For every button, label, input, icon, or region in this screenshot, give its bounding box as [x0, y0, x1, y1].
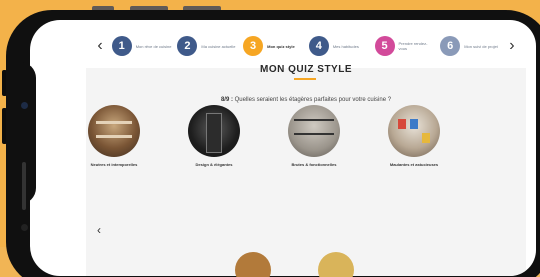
phone-notch [6, 62, 36, 231]
quiz-option[interactable]: Design & élégantes [178, 105, 250, 168]
chevron-left-icon[interactable]: ‹ [97, 223, 101, 237]
option-label: Design & élégantes [195, 162, 233, 167]
option-label: Neutres et intemporelles [90, 162, 138, 167]
shelf-photo-black[interactable] [188, 105, 240, 157]
title-underline [294, 78, 316, 80]
quiz-question-text: Quelles seraient les étagères parfaites … [234, 97, 392, 103]
quiz-option[interactable]: Brutes & fonctionnelles [278, 105, 350, 168]
quiz-question: 8/9 : Quelles seraient les étagères parf… [220, 97, 392, 103]
shelf-photo-colorful[interactable] [388, 105, 440, 157]
speaker-grill [22, 162, 26, 210]
shelf-photo-wood[interactable] [88, 105, 140, 157]
option-label: Brutes & fonctionnelles [291, 162, 337, 167]
quiz-title: MON QUIZ STYLE [260, 64, 352, 75]
quiz-option[interactable]: Neutres et intemporelles [78, 105, 150, 168]
quiz-options: Neutres et intemporelles Design & élégan… [78, 105, 458, 168]
sensor-icon [21, 224, 28, 231]
shelf-photo-metal[interactable] [288, 105, 340, 157]
camera-icon [21, 102, 28, 109]
quiz-option[interactable]: Maulantes et astucieuses [378, 105, 450, 168]
option-label: Maulantes et astucieuses [389, 162, 439, 167]
